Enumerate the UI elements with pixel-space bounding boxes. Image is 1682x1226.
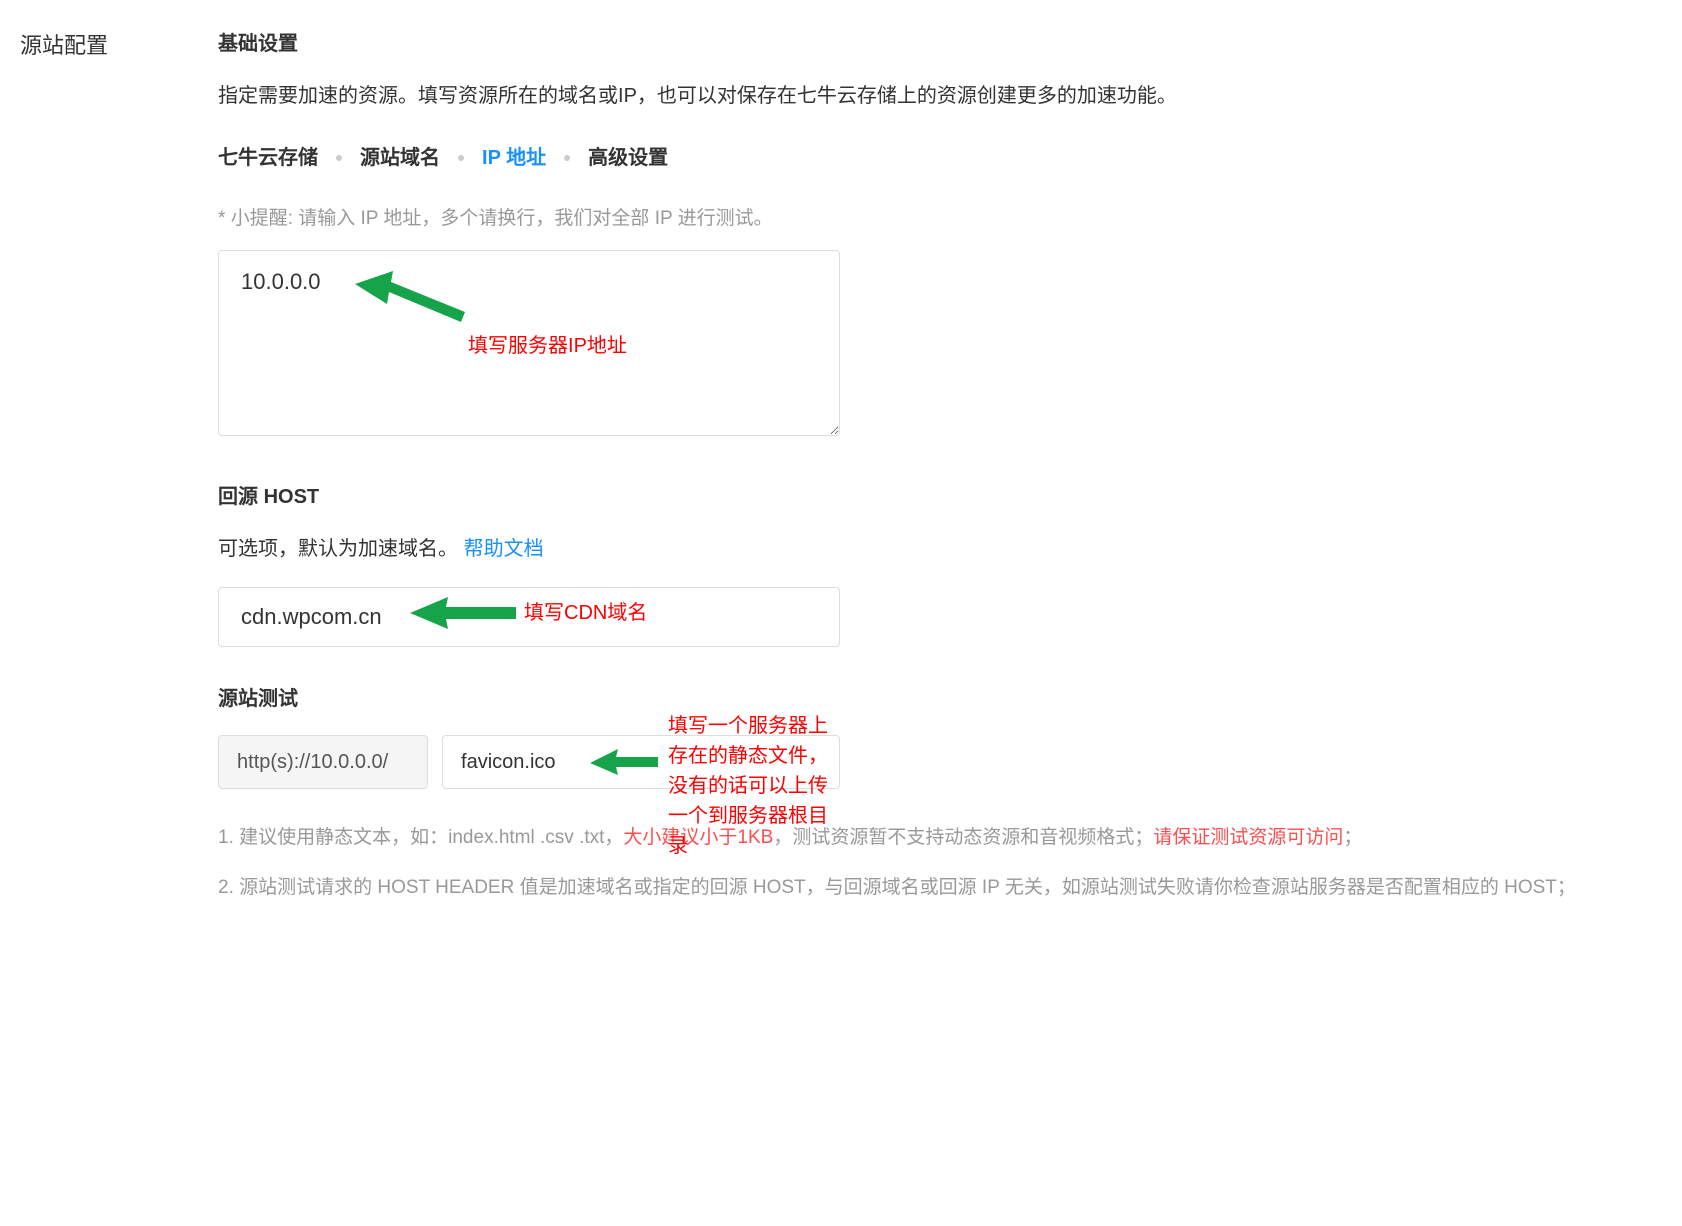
host-title: 回源 HOST [218, 481, 1660, 513]
host-description: 可选项，默认为加速域名。 帮助文档 [218, 533, 1660, 565]
tab-origin-domain[interactable]: 源站域名 [360, 142, 440, 174]
tab-advanced[interactable]: 高级设置 [588, 142, 668, 174]
test-url-prefix: http(s)://10.0.0.0/ [218, 735, 428, 789]
note-2: 2. 源站测试请求的 HOST HEADER 值是加速域名或指定的回源 HOST… [218, 869, 1660, 907]
help-doc-link[interactable]: 帮助文档 [464, 538, 544, 560]
section-label: 源站配置 [20, 28, 108, 919]
note-1: 1. 建议使用静态文本，如：index.html .csv .txt，大小建议小… [218, 819, 1660, 857]
note-1a: 1. 建议使用静态文本，如：index.html .csv .txt， [218, 827, 623, 848]
host-desc-text: 可选项，默认为加速域名。 [218, 538, 464, 560]
note-1e: ； [1343, 827, 1362, 848]
note-1c: ，测试资源暂不支持动态资源和音视频格式； [773, 827, 1153, 848]
note-1b: 大小建议小于1KB [623, 827, 773, 848]
test-file-input[interactable] [442, 735, 840, 789]
ip-hint: * 小提醒: 请输入 IP 地址，多个请换行，我们对全部 IP 进行测试。 [218, 204, 1660, 234]
tab-ip-address[interactable]: IP 地址 [482, 142, 546, 174]
tab-separator [458, 155, 464, 161]
ip-address-input[interactable]: 10.0.0.0 [218, 250, 840, 436]
basic-settings-title: 基础设置 [218, 28, 1660, 60]
basic-description: 指定需要加速的资源。填写资源所在的域名或IP，也可以对保存在七牛云存储上的资源创… [218, 80, 1660, 112]
origin-test-title: 源站测试 [218, 683, 1660, 715]
host-input[interactable] [218, 587, 840, 647]
origin-type-tabs: 七牛云存储 源站域名 IP 地址 高级设置 [218, 142, 1660, 174]
note-1d: 请保证测试资源可访问 [1153, 827, 1343, 848]
tab-qiniu-storage[interactable]: 七牛云存储 [218, 142, 318, 174]
test-notes: 1. 建议使用静态文本，如：index.html .csv .txt，大小建议小… [218, 819, 1660, 907]
tab-separator [564, 155, 570, 161]
tab-separator [336, 155, 342, 161]
